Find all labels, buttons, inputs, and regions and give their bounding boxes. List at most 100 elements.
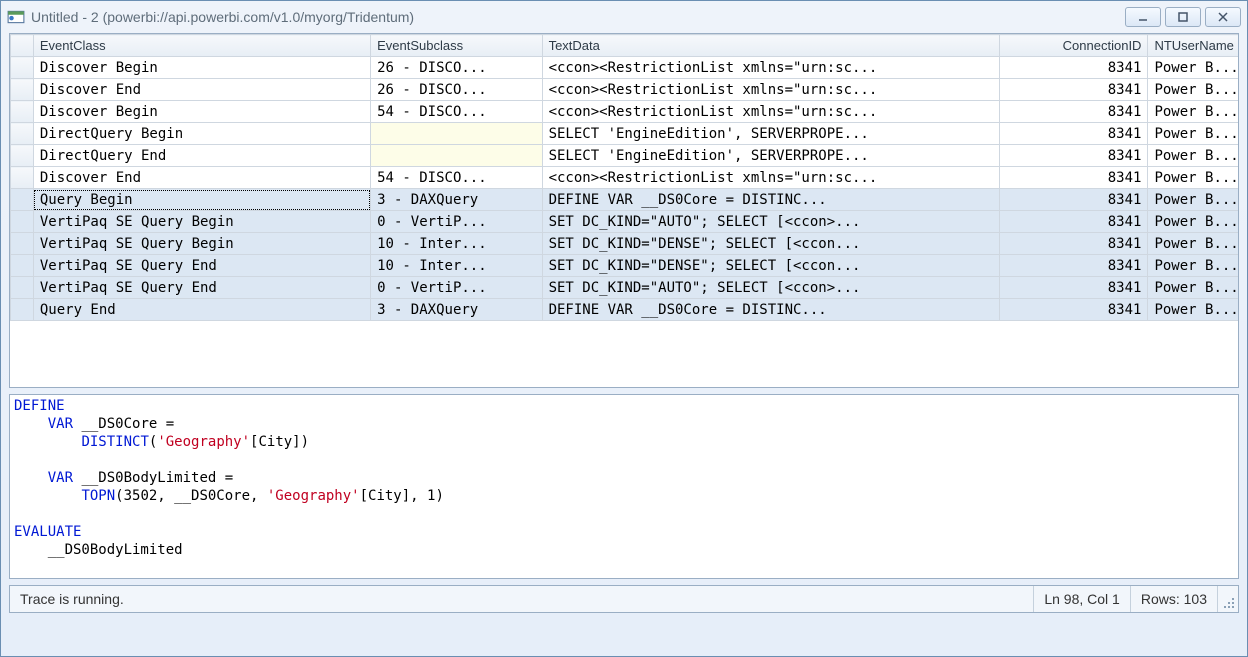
cell-eventsubclass[interactable]: 0 - VertiP... (371, 211, 542, 233)
close-button[interactable] (1205, 7, 1241, 27)
minimize-button[interactable] (1125, 7, 1161, 27)
titlebar[interactable]: Untitled - 2 (powerbi://api.powerbi.com/… (1, 1, 1247, 33)
cell-ntusername[interactable]: Power B... (1148, 79, 1238, 101)
cell-connectionid[interactable]: 8341 (999, 299, 1148, 321)
cell-connectionid[interactable]: 8341 (999, 233, 1148, 255)
rowheader[interactable] (11, 255, 34, 277)
cell-eventsubclass[interactable]: 54 - DISCO... (371, 101, 542, 123)
cell-eventsubclass[interactable]: 26 - DISCO... (371, 57, 542, 79)
trace-grid[interactable]: EventClass EventSubclass TextData Connec… (9, 33, 1239, 388)
cell-ntusername[interactable]: Power B... (1148, 277, 1238, 299)
cell-ntusername[interactable]: Power B... (1148, 123, 1238, 145)
rowheader[interactable] (11, 211, 34, 233)
cell-ntusername[interactable]: Power B... (1148, 255, 1238, 277)
cell-textdata[interactable]: <ccon><RestrictionList xmlns="urn:sc... (542, 57, 999, 79)
trace-grid-scroll[interactable]: EventClass EventSubclass TextData Connec… (10, 34, 1238, 387)
cell-eventsubclass[interactable]: 54 - DISCO... (371, 167, 542, 189)
cell-eventsubclass[interactable]: 26 - DISCO... (371, 79, 542, 101)
rowheader[interactable] (11, 79, 34, 101)
cell-connectionid[interactable]: 8341 (999, 211, 1148, 233)
cell-eventsubclass[interactable]: 10 - Inter... (371, 233, 542, 255)
col-textdata[interactable]: TextData (542, 35, 999, 57)
cell-eventsubclass[interactable]: 0 - VertiP... (371, 277, 542, 299)
cell-eventclass[interactable]: VertiPaq SE Query End (33, 277, 370, 299)
table-row[interactable]: VertiPaq SE Query End10 - Inter...SET DC… (11, 255, 1239, 277)
cell-connectionid[interactable]: 8341 (999, 145, 1148, 167)
table-row[interactable]: Query Begin3 - DAXQueryDEFINE VAR __DS0C… (11, 189, 1239, 211)
col-eventclass[interactable]: EventClass (33, 35, 370, 57)
table-row[interactable]: VertiPaq SE Query End0 - VertiP...SET DC… (11, 277, 1239, 299)
cell-textdata[interactable]: SET DC_KIND="AUTO"; SELECT [<ccon>... (542, 211, 999, 233)
rowheader[interactable] (11, 299, 34, 321)
resize-grip-icon[interactable] (1218, 586, 1238, 612)
cell-textdata[interactable]: SET DC_KIND="AUTO"; SELECT [<ccon>... (542, 277, 999, 299)
cell-textdata[interactable]: <ccon><RestrictionList xmlns="urn:sc... (542, 167, 999, 189)
col-eventsubclass[interactable]: EventSubclass (371, 35, 542, 57)
table-row[interactable]: DirectQuery Begin SELECT 'EngineEdition'… (11, 123, 1239, 145)
cell-eventsubclass[interactable]: 3 - DAXQuery (371, 299, 542, 321)
rowheader[interactable] (11, 57, 34, 79)
cell-connectionid[interactable]: 8341 (999, 101, 1148, 123)
cell-eventclass[interactable]: VertiPaq SE Query Begin (33, 233, 370, 255)
cell-ntusername[interactable]: Power B... (1148, 57, 1238, 79)
table-row[interactable]: VertiPaq SE Query Begin0 - VertiP...SET … (11, 211, 1239, 233)
cell-eventsubclass[interactable] (371, 145, 542, 167)
cell-ntusername[interactable]: Power B... (1148, 101, 1238, 123)
table-row[interactable]: Discover End26 - DISCO...<ccon><Restrict… (11, 79, 1239, 101)
cell-connectionid[interactable]: 8341 (999, 123, 1148, 145)
cell-textdata[interactable]: SELECT 'EngineEdition', SERVERPROPE... (542, 145, 999, 167)
cell-ntusername[interactable]: Power B... (1148, 145, 1238, 167)
cell-eventsubclass[interactable]: 10 - Inter... (371, 255, 542, 277)
table-row[interactable]: DirectQuery End SELECT 'EngineEdition', … (11, 145, 1239, 167)
col-ntusername[interactable]: NTUserName (1148, 35, 1238, 57)
rowheader[interactable] (11, 167, 34, 189)
cell-eventsubclass[interactable] (371, 123, 542, 145)
cell-eventclass[interactable]: Discover End (33, 79, 370, 101)
cell-eventclass[interactable]: DirectQuery End (33, 145, 370, 167)
cell-textdata[interactable]: <ccon><RestrictionList xmlns="urn:sc... (542, 101, 999, 123)
cell-textdata[interactable]: SET DC_KIND="DENSE"; SELECT [<ccon... (542, 233, 999, 255)
cell-ntusername[interactable]: Power B... (1148, 211, 1238, 233)
cell-ntusername[interactable]: Power B... (1148, 167, 1238, 189)
cell-ntusername[interactable]: Power B... (1148, 299, 1238, 321)
query-editor[interactable]: DEFINE VAR __DS0Core = DISTINCT('Geograp… (9, 394, 1239, 579)
cell-connectionid[interactable]: 8341 (999, 255, 1148, 277)
maximize-button[interactable] (1165, 7, 1201, 27)
cell-connectionid[interactable]: 8341 (999, 57, 1148, 79)
col-connectionid[interactable]: ConnectionID (999, 35, 1148, 57)
cell-textdata[interactable]: SET DC_KIND="DENSE"; SELECT [<ccon... (542, 255, 999, 277)
cell-connectionid[interactable]: 8341 (999, 79, 1148, 101)
rowheader[interactable] (11, 145, 34, 167)
trace-table[interactable]: EventClass EventSubclass TextData Connec… (10, 34, 1238, 321)
rowheader[interactable] (11, 277, 34, 299)
cell-eventclass[interactable]: DirectQuery Begin (33, 123, 370, 145)
cell-eventsubclass[interactable]: 3 - DAXQuery (371, 189, 542, 211)
rowheader[interactable] (11, 189, 34, 211)
cell-eventclass[interactable]: Discover End (33, 167, 370, 189)
cell-textdata[interactable]: SELECT 'EngineEdition', SERVERPROPE... (542, 123, 999, 145)
cell-textdata[interactable]: DEFINE VAR __DS0Core = DISTINC... (542, 189, 999, 211)
cell-eventclass[interactable]: Discover Begin (33, 101, 370, 123)
cell-connectionid[interactable]: 8341 (999, 167, 1148, 189)
rowheader[interactable] (11, 233, 34, 255)
rowheader-corner[interactable] (11, 35, 34, 57)
table-row[interactable]: Discover Begin54 - DISCO...<ccon><Restri… (11, 101, 1239, 123)
cell-textdata[interactable]: DEFINE VAR __DS0Core = DISTINC... (542, 299, 999, 321)
rowheader[interactable] (11, 101, 34, 123)
cell-eventclass[interactable]: Query End (33, 299, 370, 321)
cell-eventclass[interactable]: VertiPaq SE Query Begin (33, 211, 370, 233)
cell-eventclass[interactable]: Query Begin (33, 189, 370, 211)
rowheader[interactable] (11, 123, 34, 145)
table-row[interactable]: Discover End54 - DISCO...<ccon><Restrict… (11, 167, 1239, 189)
cell-connectionid[interactable]: 8341 (999, 189, 1148, 211)
query-text[interactable]: DEFINE VAR __DS0Core = DISTINCT('Geograp… (10, 395, 1239, 579)
table-row[interactable]: Discover Begin26 - DISCO...<ccon><Restri… (11, 57, 1239, 79)
table-row[interactable]: Query End3 - DAXQueryDEFINE VAR __DS0Cor… (11, 299, 1239, 321)
cell-textdata[interactable]: <ccon><RestrictionList xmlns="urn:sc... (542, 79, 999, 101)
cell-eventclass[interactable]: VertiPaq SE Query End (33, 255, 370, 277)
cell-ntusername[interactable]: Power B... (1148, 189, 1238, 211)
cell-eventclass[interactable]: Discover Begin (33, 57, 370, 79)
cell-connectionid[interactable]: 8341 (999, 277, 1148, 299)
table-row[interactable]: VertiPaq SE Query Begin10 - Inter...SET … (11, 233, 1239, 255)
cell-ntusername[interactable]: Power B... (1148, 233, 1238, 255)
